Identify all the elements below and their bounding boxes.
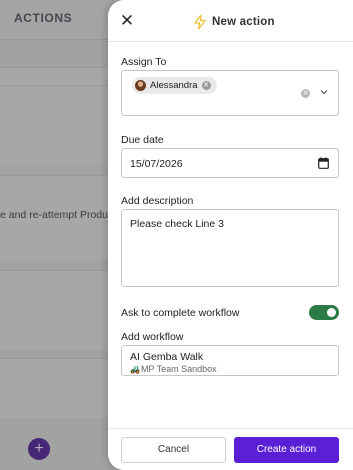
assign-to-select[interactable]: Alessandra ✕ ✕ bbox=[121, 70, 339, 116]
chevron-down-icon[interactable] bbox=[319, 87, 329, 97]
workflow-name: AI Gemba Walk bbox=[130, 351, 204, 363]
sandbox-name: MP Team Sandbox bbox=[140, 364, 217, 374]
description-label: Add description bbox=[121, 195, 194, 207]
close-icon[interactable]: ✕ bbox=[119, 12, 135, 29]
lightning-icon bbox=[194, 15, 206, 29]
assignee-chip: Alessandra ✕ bbox=[132, 77, 217, 94]
create-action-button[interactable]: Create action bbox=[234, 437, 339, 463]
description-value: Please check Line 3 bbox=[130, 218, 224, 230]
tractor-icon: 🚜 bbox=[130, 364, 140, 374]
calendar-icon[interactable] bbox=[318, 157, 329, 169]
workflow-select[interactable]: AI Gemba Walk 🚜 MP Team Sandbox bbox=[121, 345, 339, 376]
due-date-input[interactable]: 15/07/2026 bbox=[121, 148, 339, 178]
header-divider bbox=[108, 41, 353, 42]
workflow-sandbox: 🚜 MP Team Sandbox bbox=[130, 364, 217, 374]
avatar bbox=[135, 80, 146, 91]
description-textarea[interactable]: Please check Line 3 bbox=[121, 209, 339, 287]
drawer-title: New action bbox=[212, 16, 275, 28]
cancel-button[interactable]: Cancel bbox=[121, 437, 226, 463]
assign-to-label: Assign To bbox=[121, 56, 167, 68]
due-date-label: Due date bbox=[121, 134, 164, 146]
add-workflow-label: Add workflow bbox=[121, 331, 184, 343]
remove-chip-icon[interactable]: ✕ bbox=[201, 81, 211, 90]
new-action-drawer: ✕ New action Assign To Alessandra ✕ ✕ Du… bbox=[108, 0, 353, 470]
assignee-name: Alessandra bbox=[150, 80, 198, 91]
toggle-knob bbox=[327, 308, 336, 317]
clear-selection-icon[interactable]: ✕ bbox=[301, 89, 310, 98]
ask-complete-label: Ask to complete workflow bbox=[121, 307, 240, 319]
due-date-value: 15/07/2026 bbox=[130, 158, 183, 170]
footer-divider bbox=[108, 428, 353, 429]
ask-complete-toggle[interactable] bbox=[309, 305, 339, 320]
drawer-header: New action bbox=[194, 14, 275, 30]
